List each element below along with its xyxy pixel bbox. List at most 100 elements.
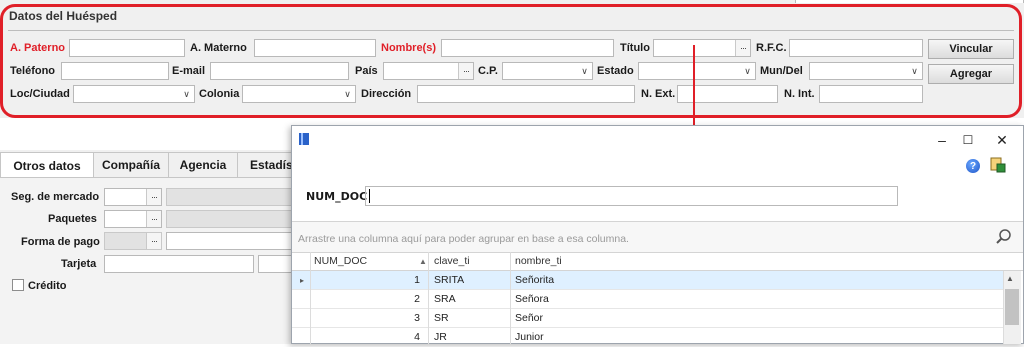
loc-combo[interactable]: ∨ (73, 85, 195, 103)
mundel-chevron-down-icon[interactable]: ∨ (907, 63, 922, 79)
help-icon[interactable]: ? (966, 159, 980, 173)
nint-label: N. Int. (784, 88, 815, 100)
maximize-icon[interactable]: ☐ (956, 131, 980, 149)
num-doc-input[interactable] (365, 186, 898, 206)
sort-asc-icon: ▲ (419, 257, 427, 266)
forma-pago-lookup[interactable]: ··· (104, 232, 162, 250)
column-divider (428, 252, 429, 344)
colonia-combo[interactable]: ∨ (242, 85, 356, 103)
nombres-label: Nombre(s) (381, 42, 437, 54)
estado-combo[interactable]: ∨ (638, 62, 756, 80)
cell-num-doc: 3 (414, 312, 420, 324)
seg-mercado-lookup[interactable]: ··· (104, 188, 162, 206)
credito-checkbox[interactable] (12, 279, 24, 291)
email-field[interactable] (210, 62, 349, 80)
vincular-button[interactable]: Vincular (928, 39, 1014, 59)
nombres-field[interactable] (441, 39, 614, 57)
titulo-lookup[interactable]: ··· (653, 39, 751, 57)
cp-combo[interactable]: ∨ (502, 62, 593, 80)
credito-label: Crédito (28, 280, 67, 292)
cell-clave: SRA (434, 293, 456, 305)
email-label: E-mail (172, 65, 206, 77)
rfc-label: R.F.C. (756, 42, 787, 54)
seg-dots-icon[interactable]: ··· (146, 189, 161, 205)
paquetes-dots-icon[interactable]: ··· (146, 211, 161, 227)
close-icon[interactable]: ✕ (990, 131, 1014, 149)
table-row[interactable]: 2 SRA Señora (292, 290, 1003, 309)
estado-label: Estado (597, 65, 634, 77)
tab-compania[interactable]: Compañía (93, 152, 169, 177)
rfc-field[interactable] (789, 39, 923, 57)
estado-chevron-down-icon[interactable]: ∨ (740, 63, 755, 79)
pais-label: País (355, 65, 378, 77)
cell-nombre: Señora (515, 293, 549, 305)
cp-label: C.P. (478, 65, 498, 77)
titulo-label: Título (620, 42, 650, 54)
paterno-field[interactable] (69, 39, 185, 57)
column-divider (310, 252, 311, 344)
colonia-label: Colonia (199, 88, 240, 100)
forma-pago-dots-icon[interactable]: ··· (146, 233, 161, 249)
cell-num-doc: 4 (414, 331, 420, 343)
text-caret (369, 189, 370, 203)
cell-nombre: Junior (515, 331, 544, 343)
pais-lookup[interactable]: ··· (383, 62, 474, 80)
cell-nombre: Señorita (515, 274, 555, 286)
titulo-dots-icon[interactable]: ··· (735, 40, 750, 56)
tab-agencia[interactable]: Agencia (168, 152, 238, 177)
telefono-field[interactable] (61, 62, 169, 80)
mundel-label: Mun/Del (760, 65, 803, 77)
next-label: N. Ext. (641, 88, 676, 100)
loc-chevron-down-icon[interactable]: ∨ (179, 86, 194, 102)
panel-separator (8, 30, 1014, 31)
materno-label: A. Materno (190, 42, 247, 54)
cell-clave: SRITA (434, 274, 465, 286)
direccion-field[interactable] (417, 85, 635, 103)
export-icon[interactable] (990, 157, 1006, 173)
cell-num-doc: 2 (414, 293, 420, 305)
paquetes-lookup[interactable]: ··· (104, 210, 162, 228)
tarjeta-field[interactable] (104, 255, 254, 273)
scroll-up-icon[interactable]: ▲ (1006, 274, 1014, 283)
group-hint: Arrastre una columna aquí para poder agr… (298, 233, 629, 245)
materno-field[interactable] (254, 39, 376, 57)
minimize-icon[interactable]: – (930, 131, 954, 149)
forma-pago-desc (166, 232, 296, 250)
grid-header (292, 252, 1023, 271)
seg-mercado-desc (166, 188, 296, 206)
nint-field[interactable] (819, 85, 923, 103)
paterno-label: A. Paterno (10, 42, 66, 54)
direccion-label: Dirección (361, 88, 412, 100)
loc-label: Loc/Ciudad (10, 88, 70, 100)
paquetes-desc (166, 210, 296, 228)
column-header-num-doc[interactable]: NUM_DOC (314, 255, 367, 267)
column-divider (510, 252, 511, 344)
telefono-label: Teléfono (10, 65, 56, 77)
forma-pago-label: Forma de pago (21, 236, 100, 248)
tab-otros-datos[interactable]: Otros datos (0, 152, 94, 178)
cell-nombre: Señor (515, 312, 544, 324)
scrollbar-thumb[interactable] (1005, 289, 1019, 325)
table-row[interactable]: 3 SR Señor (292, 309, 1003, 328)
mundel-combo[interactable]: ∨ (809, 62, 923, 80)
column-header-nombre[interactable]: nombre_ti (515, 255, 562, 267)
book-icon (299, 133, 309, 145)
search-icon[interactable] (995, 228, 1013, 246)
row-pointer-icon: ▸ (300, 276, 305, 285)
paquetes-label: Paquetes (48, 213, 97, 225)
table-row[interactable]: 4 JR Junior (292, 328, 1003, 347)
table-row[interactable]: ▸ 1 SRITA Señorita (292, 271, 1003, 290)
num-doc-label: NUM_DOC (306, 190, 368, 203)
cell-clave: SR (434, 312, 449, 324)
pais-dots-icon[interactable]: ··· (458, 63, 473, 79)
cp-chevron-down-icon[interactable]: ∨ (577, 63, 592, 79)
tarjeta-label: Tarjeta (61, 258, 97, 270)
cell-num-doc: 1 (414, 274, 420, 286)
seg-mercado-label: Seg. de mercado (11, 191, 100, 203)
colonia-chevron-down-icon[interactable]: ∨ (340, 86, 355, 102)
guest-panel-title: Datos del Huésped (9, 9, 118, 23)
tab-estadisticas[interactable]: Estadís (237, 152, 297, 177)
column-header-clave[interactable]: clave_ti (434, 255, 470, 267)
agregar-button[interactable]: Agregar (928, 64, 1014, 84)
cell-clave: JR (434, 331, 447, 343)
